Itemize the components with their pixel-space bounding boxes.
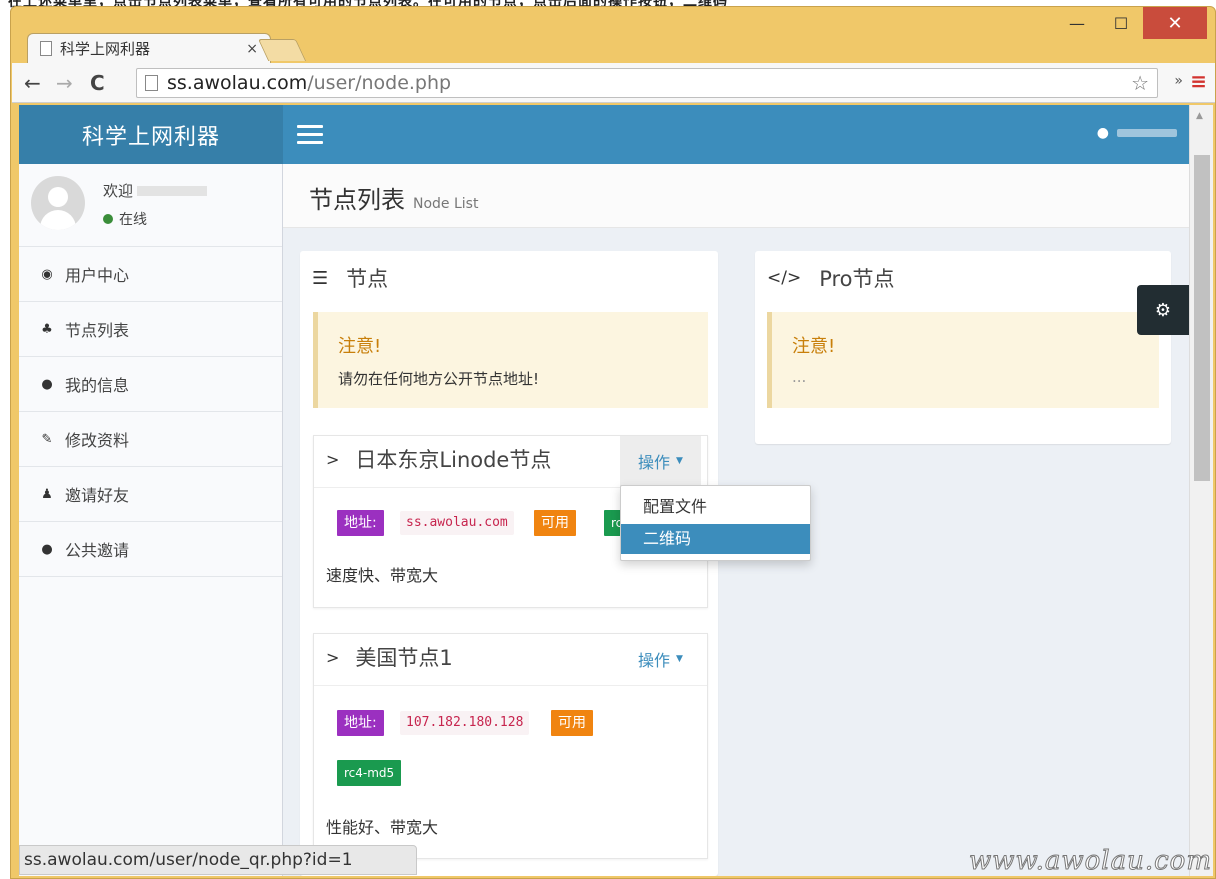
- sidebar-item-public-invite[interactable]: ● 公共邀请: [19, 522, 282, 577]
- user-menu[interactable]: ●: [1097, 125, 1177, 141]
- notice-text: 请勿在任何地方公开节点地址!: [338, 370, 540, 388]
- app-logo[interactable]: 科学上网利器: [19, 105, 283, 164]
- caret-down-icon: ▼: [676, 456, 683, 466]
- chevron-right-icon: >: [326, 449, 340, 469]
- nodes-box: ☰ 节点 注意! 请勿在任何地方公开节点地址! > 日本东京Linode节点 操作 ▼…: [300, 251, 718, 876]
- pro-notice-callout: 注意! ...: [767, 312, 1159, 408]
- tab-title: 科学上网利器: [60, 40, 151, 58]
- notice-text: ...: [792, 368, 807, 386]
- welcome-text: 欢迎: [103, 180, 208, 201]
- sidebar-item-invite-friends[interactable]: ♟ 邀请好友: [19, 467, 282, 522]
- user-icon: ●: [41, 541, 53, 557]
- minimize-button[interactable]: —: [1055, 7, 1099, 39]
- browser-toolbar: ← → C ss.awolau.com/user/node.php ☆ » ≡: [12, 63, 1215, 103]
- node-header: > 日本东京Linode节点 操作 ▼: [314, 436, 707, 488]
- method-badge: rc4-md5: [337, 760, 402, 786]
- back-icon[interactable]: ←: [24, 71, 41, 95]
- url-host: ss.awolau.com: [167, 72, 308, 94]
- sidebar-toggle-icon[interactable]: [297, 125, 323, 149]
- list-icon: ☰: [312, 267, 329, 289]
- close-window-button[interactable]: ✕: [1143, 7, 1207, 39]
- address-label: 地址:: [337, 510, 384, 536]
- node-card: > 美国节点1 操作 ▼ 地址: 107.182.180.128 可用 rc4-md…: [313, 633, 708, 859]
- caret-down-icon: ▼: [676, 654, 683, 664]
- node-action-button[interactable]: 操作 ▼: [620, 634, 701, 684]
- code-icon: </>: [767, 268, 802, 288]
- users-icon: ♟: [41, 486, 53, 502]
- page-title: 节点列表 Node List: [309, 186, 479, 214]
- online-status: 在线: [103, 209, 147, 229]
- user-icon: ●: [41, 376, 53, 392]
- gear-icon[interactable]: ⚙: [1137, 285, 1189, 335]
- node-address: ss.awolau.com: [400, 511, 514, 535]
- node-description: 性能好、带宽大: [326, 818, 439, 837]
- scroll-up-icon[interactable]: ▲: [1196, 111, 1203, 121]
- node-title[interactable]: > 日本东京Linode节点: [326, 444, 551, 474]
- pro-nodes-box: </> Pro节点 注意! ...: [755, 251, 1171, 444]
- browser-menu-icon[interactable]: ≡: [1190, 69, 1207, 93]
- vertical-scrollbar[interactable]: ▲: [1189, 105, 1213, 876]
- node-action-button[interactable]: 操作 ▼: [620, 436, 701, 486]
- scroll-thumb[interactable]: [1194, 155, 1210, 481]
- sidebar-item-user-center[interactable]: ◉ 用户中心: [19, 247, 282, 302]
- status-bar-url: ss.awolau.com/user/node_qr.php?id=1: [19, 845, 417, 875]
- username-redacted: [137, 185, 208, 196]
- top-navbar: ●: [283, 105, 1189, 164]
- forward-icon[interactable]: →: [56, 71, 73, 95]
- address-bar[interactable]: ss.awolau.com/user/node.php ☆: [136, 68, 1158, 98]
- avatar: [31, 176, 85, 230]
- node-address: 107.182.180.128: [400, 711, 530, 735]
- sidebar-item-node-list[interactable]: ♣ 节点列表: [19, 302, 282, 357]
- status-badge: 可用: [551, 710, 593, 736]
- notice-callout: 注意! 请勿在任何地方公开节点地址!: [313, 312, 708, 408]
- user-icon: ●: [1096, 125, 1109, 141]
- notice-title: 注意!: [792, 336, 836, 357]
- tab-close-icon[interactable]: ×: [246, 41, 258, 57]
- page-icon: [145, 75, 158, 91]
- maximize-button[interactable]: ☐: [1099, 7, 1143, 39]
- pencil-icon: ✎: [41, 431, 53, 447]
- dashboard-icon: ◉: [41, 266, 53, 282]
- sidebar-item-my-info[interactable]: ● 我的信息: [19, 357, 282, 412]
- node-title[interactable]: > 美国节点1: [326, 642, 453, 672]
- status-badge: 可用: [534, 510, 576, 536]
- bookmark-star-icon[interactable]: ☆: [1131, 69, 1149, 97]
- node-header: > 美国节点1 操作 ▼: [314, 634, 707, 686]
- nodes-box-title: ☰ 节点: [312, 267, 389, 291]
- content-header: 节点列表 Node List: [283, 164, 1189, 228]
- watermark: www.awolau.com: [968, 846, 1212, 877]
- pro-box-title: </> Pro节点: [767, 267, 895, 291]
- sidebar: 欢迎 在线 ◉ 用户中心 ♣ 节点列表 ● 我的信息 ✎ 修改资料 ♟ 邀请好友 ● 公共邀…: [19, 164, 283, 876]
- page-subtitle: Node List: [413, 196, 479, 212]
- menu-item-config-file[interactable]: 配置文件: [621, 492, 810, 522]
- notice-title: 注意!: [338, 336, 382, 357]
- node-description: 速度快、带宽大: [326, 566, 439, 585]
- extensions-icon[interactable]: »: [1174, 73, 1183, 89]
- menu-item-qrcode[interactable]: 二维码: [621, 524, 810, 554]
- sitemap-icon: ♣: [41, 321, 53, 337]
- page-viewport: 科学上网利器 ● 欢迎 在线 ◉ 用户中心 ♣ 节点列表 ● 我的信息 ✎ 修改资料 ♟…: [19, 105, 1189, 876]
- address-label: 地址:: [337, 710, 384, 736]
- browser-tab[interactable]: 科学上网利器 ×: [27, 33, 271, 63]
- username-redacted: [1117, 129, 1177, 137]
- user-panel: 欢迎 在线: [19, 164, 282, 247]
- window-controls: — ☐ ✕: [1055, 7, 1207, 41]
- chevron-right-icon: >: [326, 647, 340, 667]
- reload-icon[interactable]: C: [90, 71, 105, 95]
- url-path: /user/node.php: [307, 72, 452, 94]
- node-action-dropdown: 配置文件 二维码: [620, 485, 811, 561]
- page-icon: [40, 41, 52, 56]
- online-dot-icon: [103, 214, 113, 224]
- sidebar-item-edit-profile[interactable]: ✎ 修改资料: [19, 412, 282, 467]
